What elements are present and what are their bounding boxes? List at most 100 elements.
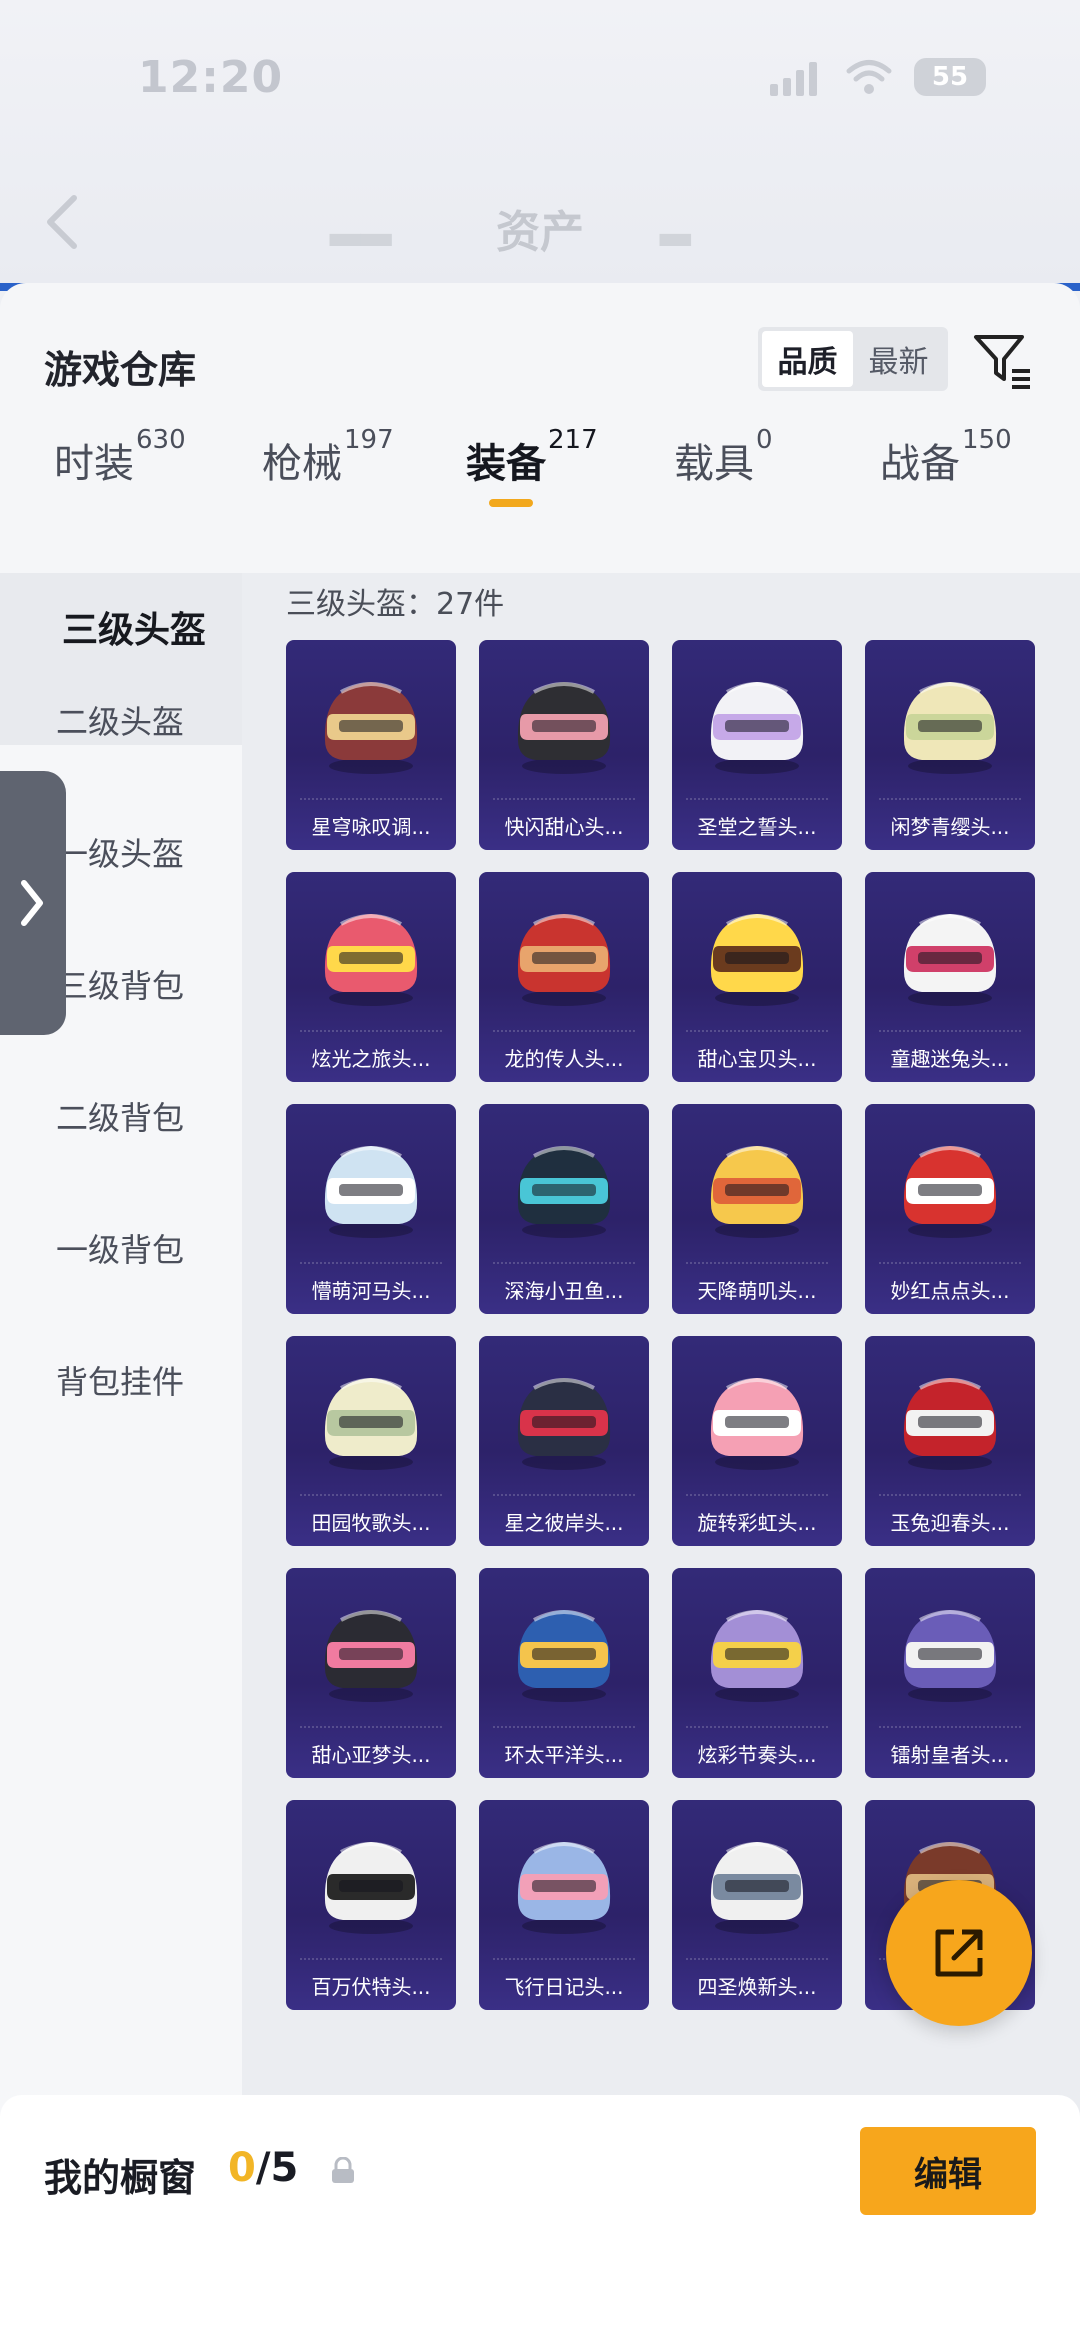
card-divider [686,798,828,800]
item-card[interactable]: 炫光之旅头... [286,872,456,1082]
helmet-icon [324,914,418,1006]
tab-count: 150 [962,425,1012,455]
showcase-bar: 我的橱窗 0/5 编辑 [0,2095,1080,2341]
card-divider [493,1494,635,1496]
helmet-icon [324,682,418,774]
subcategory-item[interactable]: 背包挂件 [56,1357,184,1403]
expand-panel-handle[interactable] [0,771,66,1035]
item-name: 懵萌河马头... [311,1279,431,1303]
item-card[interactable]: 天降萌叽头... [672,1104,842,1314]
tab-vehicles[interactable]: 载具0 [674,425,773,489]
item-name: 旋转彩虹头... [697,1511,817,1535]
item-card[interactable]: 圣堂之誓头... [672,640,842,850]
item-card[interactable]: 田园牧歌头... [286,1336,456,1546]
card-divider [686,1262,828,1264]
back-arrow-icon[interactable] [40,192,84,252]
card-divider [300,1262,442,1264]
item-card[interactable]: 妙红点点头... [865,1104,1035,1314]
card-divider [493,1262,635,1264]
share-icon [935,1929,983,1977]
item-card[interactable]: 星之彼岸头... [479,1336,649,1546]
edit-button[interactable]: 编辑 [860,2127,1036,2215]
nav-blurred-tab: ▂▂ [330,200,392,246]
helmet-icon [710,1378,804,1470]
subcategory-item[interactable]: 二级背包 [56,1093,184,1139]
item-card[interactable]: 懵萌河马头... [286,1104,456,1314]
item-card[interactable]: 炫彩节奏头... [672,1568,842,1778]
helmet-icon [324,1146,418,1238]
wifi-icon [846,60,892,94]
card-divider [879,1262,1021,1264]
showcase-total: /5 [255,2145,299,2191]
item-card[interactable]: 环太平洋头... [479,1568,649,1778]
item-card[interactable]: 玉兔迎春头... [865,1336,1035,1546]
item-name: 星之彼岸头... [504,1511,624,1535]
helmet-icon [324,1610,418,1702]
item-name: 炫彩节奏头... [697,1743,817,1767]
helmet-icon [517,1146,611,1238]
item-name: 环太平洋头... [504,1743,624,1767]
item-name: 快闪甜心头... [504,815,624,839]
tab-count: 0 [756,425,773,455]
sort-newest-button[interactable]: 最新 [853,331,944,387]
tab-equipment[interactable]: 装备217 [466,425,598,489]
showcase-title: 我的橱窗 [44,2156,197,2200]
card-divider [686,1030,828,1032]
helmet-icon [710,914,804,1006]
card-divider [300,1726,442,1728]
item-card[interactable]: 飞行日记头... [479,1800,649,2010]
signal-icon [770,62,822,96]
helmet-icon [710,1146,804,1238]
subcategory-item[interactable]: 一级背包 [56,1225,184,1271]
helmet-icon [517,682,611,774]
card-divider [300,1958,442,1960]
item-card[interactable]: 深海小丑鱼... [479,1104,649,1314]
item-card[interactable]: 百万伏特头... [286,1800,456,2010]
item-name: 炫光之旅头... [311,1047,431,1071]
item-name: 百万伏特头... [311,1975,431,1999]
item-name: 龙的传人头... [504,1047,624,1071]
helmet-icon [517,914,611,1006]
helmet-icon [517,1378,611,1470]
subcategory-item[interactable]: 三级背包 [56,961,184,1007]
item-card[interactable]: 闲梦青缨头... [865,640,1035,850]
subcategory-item[interactable]: 一级头盔 [56,829,184,875]
item-card[interactable]: 甜心宝贝头... [672,872,842,1082]
tab-label: 战备 [880,441,960,487]
item-name: 甜心亚梦头... [311,1743,431,1767]
tab-guns[interactable]: 枪械197 [262,425,394,489]
card-divider [686,1958,828,1960]
item-name: 圣堂之誓头... [697,815,817,839]
item-card[interactable]: 星穹咏叹调... [286,640,456,850]
item-card[interactable]: 童趣迷兔头... [865,872,1035,1082]
status-time: 12:20 [138,52,284,103]
tab-fashion[interactable]: 时装630 [54,425,186,489]
tab-supplies[interactable]: 战备150 [880,425,1012,489]
helmet-icon [517,1610,611,1702]
item-name: 甜心宝贝头... [697,1047,817,1071]
card-divider [300,1030,442,1032]
item-card[interactable]: 甜心亚梦头... [286,1568,456,1778]
item-card[interactable]: 四圣焕新头... [672,1800,842,2010]
helmet-icon [517,1842,611,1934]
subcategory-item[interactable]: 三级头盔 [62,601,206,653]
share-button[interactable] [886,1880,1032,2026]
helmet-icon [903,1378,997,1470]
subcategory-item[interactable]: 二级头盔 [56,697,184,743]
showcase-count: 0/5 [228,2145,298,2191]
tab-count: 217 [548,425,598,455]
item-card[interactable]: 旋转彩虹头... [672,1336,842,1546]
item-name: 四圣焕新头... [697,1975,817,1999]
warehouse-sheet: 游戏仓库 品质 最新 时装630 枪械197 装备217 载具0 战备150 三… [0,283,1080,2341]
tab-count: 630 [136,425,186,455]
card-divider [300,798,442,800]
card-divider [879,1726,1021,1728]
filter-icon[interactable] [972,329,1034,391]
item-card[interactable]: 镭射皇者头... [865,1568,1035,1778]
item-card[interactable]: 龙的传人头... [479,872,649,1082]
tab-label: 装备 [466,441,546,487]
sort-quality-button[interactable]: 品质 [762,331,853,387]
item-card[interactable]: 快闪甜心头... [479,640,649,850]
item-name: 深海小丑鱼... [504,1279,624,1303]
item-name: 镭射皇者头... [890,1743,1010,1767]
